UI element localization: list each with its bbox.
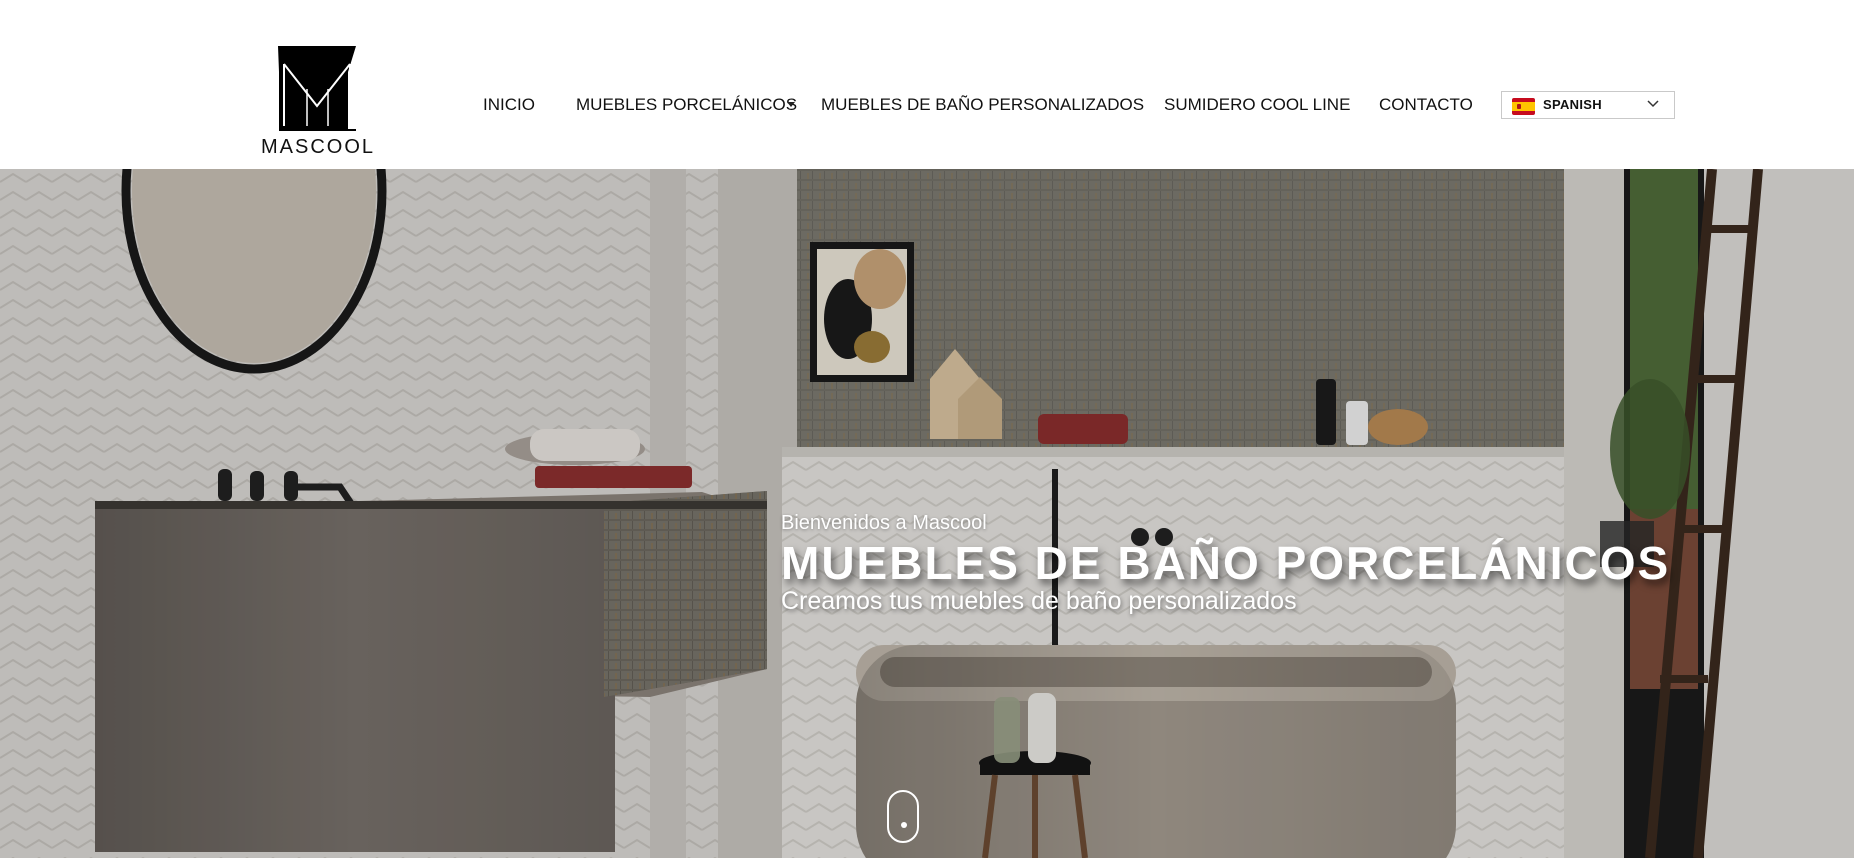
- hero-headline: MUEBLES DE BAÑO PORCELÁNICOS: [781, 537, 1671, 589]
- chevron-down-icon[interactable]: [785, 101, 797, 109]
- hero-banner: Bienvenidos a Mascool MUEBLES DE BAÑO PO…: [0, 169, 1854, 858]
- nav-item-muebles-bano-personalizados[interactable]: MUEBLES DE BAÑO PERSONALIZADOS: [821, 94, 1144, 116]
- site-header: MASCOOL INICIO MUEBLES PORCELÁNICOS MUEB…: [0, 0, 1854, 169]
- mascool-logo[interactable]: MASCOOL: [252, 44, 384, 158]
- scroll-dot: [901, 822, 907, 828]
- hero-subline: Creamos tus muebles de baño personalizad…: [781, 587, 1297, 615]
- mouse-scroll-icon[interactable]: [887, 790, 919, 843]
- nav-item-inicio[interactable]: INICIO: [483, 94, 535, 116]
- chevron-down-icon: [1647, 100, 1659, 108]
- nav-item-sumidero-cool-line[interactable]: SUMIDERO COOL LINE: [1164, 94, 1350, 116]
- spain-flag-icon: [1512, 98, 1535, 115]
- nav-item-muebles-porcelanicos[interactable]: MUEBLES PORCELÁNICOS: [576, 94, 797, 116]
- logo-wordmark: MASCOOL: [260, 136, 376, 158]
- hero-welcome: Bienvenidos a Mascool: [781, 512, 987, 534]
- logo-mark-icon: [278, 46, 356, 131]
- nav-item-contacto[interactable]: CONTACTO: [1379, 94, 1473, 116]
- language-label: SPANISH: [1543, 97, 1602, 112]
- language-selector[interactable]: SPANISH: [1501, 91, 1675, 119]
